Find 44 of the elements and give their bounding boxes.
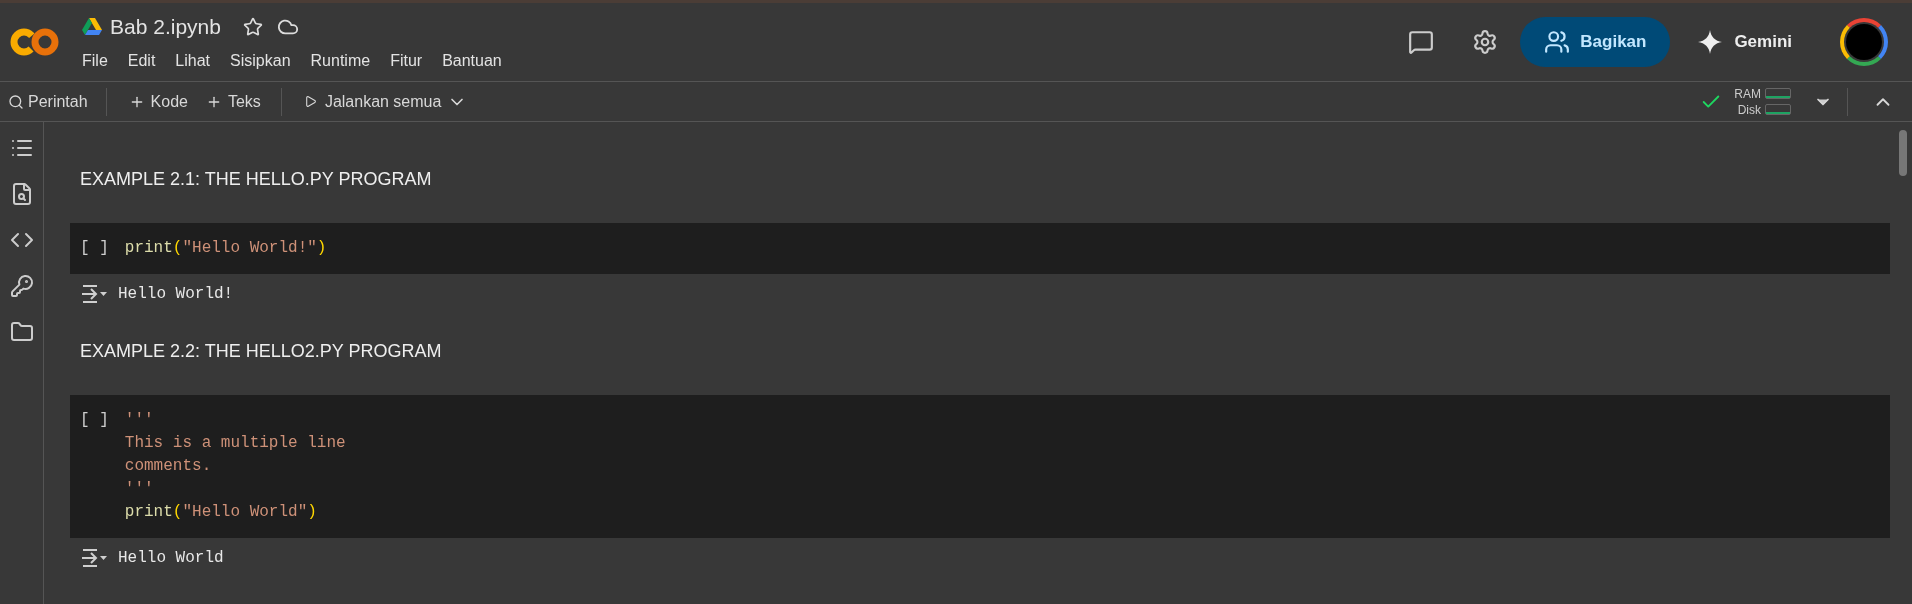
menu-item[interactable]: Edit [127,48,156,73]
menu-item[interactable]: Runtime [310,48,371,73]
resource-indicator[interactable]: RAM Disk [1734,85,1791,118]
sparkle-icon [1698,30,1723,54]
menu-item[interactable]: File [82,48,108,73]
code-line: ''' [124,479,155,500]
colab-logo[interactable] [10,27,60,57]
scrollbar-thumb[interactable] [1899,130,1907,176]
menu-item[interactable]: Fitur [390,48,423,73]
output-icon[interactable] [80,548,108,568]
add-text-button[interactable]: Teks [205,89,261,114]
comment-icon[interactable] [1408,29,1435,55]
drive-icon[interactable] [82,18,102,36]
section-heading: EXAMPLE 2.1: THE HELLO.PY PROGRAM [80,169,432,189]
menu-item[interactable]: Bantuan [442,48,502,73]
account-avatar[interactable] [1840,18,1888,66]
code-line: comments. [124,456,213,477]
share-button[interactable]: Bagikan [1520,17,1671,67]
add-code-button[interactable]: Kode [128,89,188,114]
play-icon [303,95,317,108]
run-cell-prompt[interactable]: [ ] [80,237,109,260]
code-line: print("Hello World!") [124,238,327,259]
star-icon[interactable] [242,17,263,37]
code-line: ''' [124,410,155,431]
cell-output: Hello World [118,548,224,569]
people-icon [1544,29,1571,55]
code-cell[interactable]: [ ] ''' This is a multiple line comments. ''' print("Hello World") [70,395,1890,538]
search-icon [8,93,24,110]
section-heading: EXAMPLE 2.2: THE HELLO2.PY PROGRAM [80,341,442,361]
key-icon[interactable] [9,274,34,298]
settings-icon[interactable] [1472,29,1499,55]
code-line: print("Hello World") [124,502,318,523]
code-cell[interactable]: [ ] print("Hello World!") [70,223,1890,274]
gemini-button[interactable]: Gemini [1698,29,1792,55]
command-button[interactable]: Perintah [8,89,88,114]
menu-item[interactable]: Lihat [175,48,211,73]
notebook-title[interactable]: Bab 2.ipynb [110,11,221,43]
run-all-button[interactable]: Jalankan semua [303,89,442,114]
run-cell-prompt[interactable]: [ ] [80,409,109,524]
output-icon[interactable] [80,284,108,304]
menu-item[interactable]: Sisipkan [230,48,291,73]
folder-icon[interactable] [9,320,34,344]
cell-output: Hello World! [118,284,234,305]
code-line: This is a multiple line [124,433,346,454]
